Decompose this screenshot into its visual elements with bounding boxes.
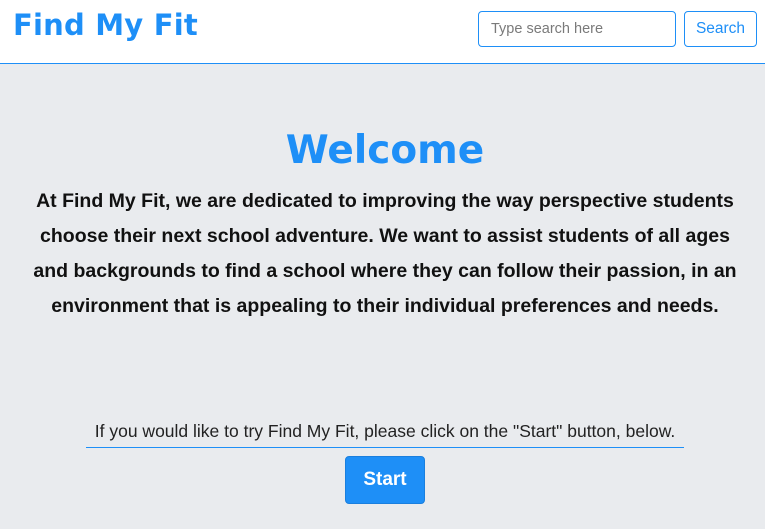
intro-paragraph: At Find My Fit, we are dedicated to impr… xyxy=(33,190,737,317)
page-title: Welcome xyxy=(285,128,485,173)
start-prompt: If you would like to try Find My Fit, pl… xyxy=(86,421,684,448)
brand-logo[interactable]: Find My Fit xyxy=(13,8,198,42)
search-button[interactable]: Search xyxy=(684,11,757,47)
navbar: Find My Fit Search xyxy=(0,0,765,64)
search-input[interactable] xyxy=(478,11,676,47)
start-button[interactable]: Start xyxy=(345,456,425,504)
